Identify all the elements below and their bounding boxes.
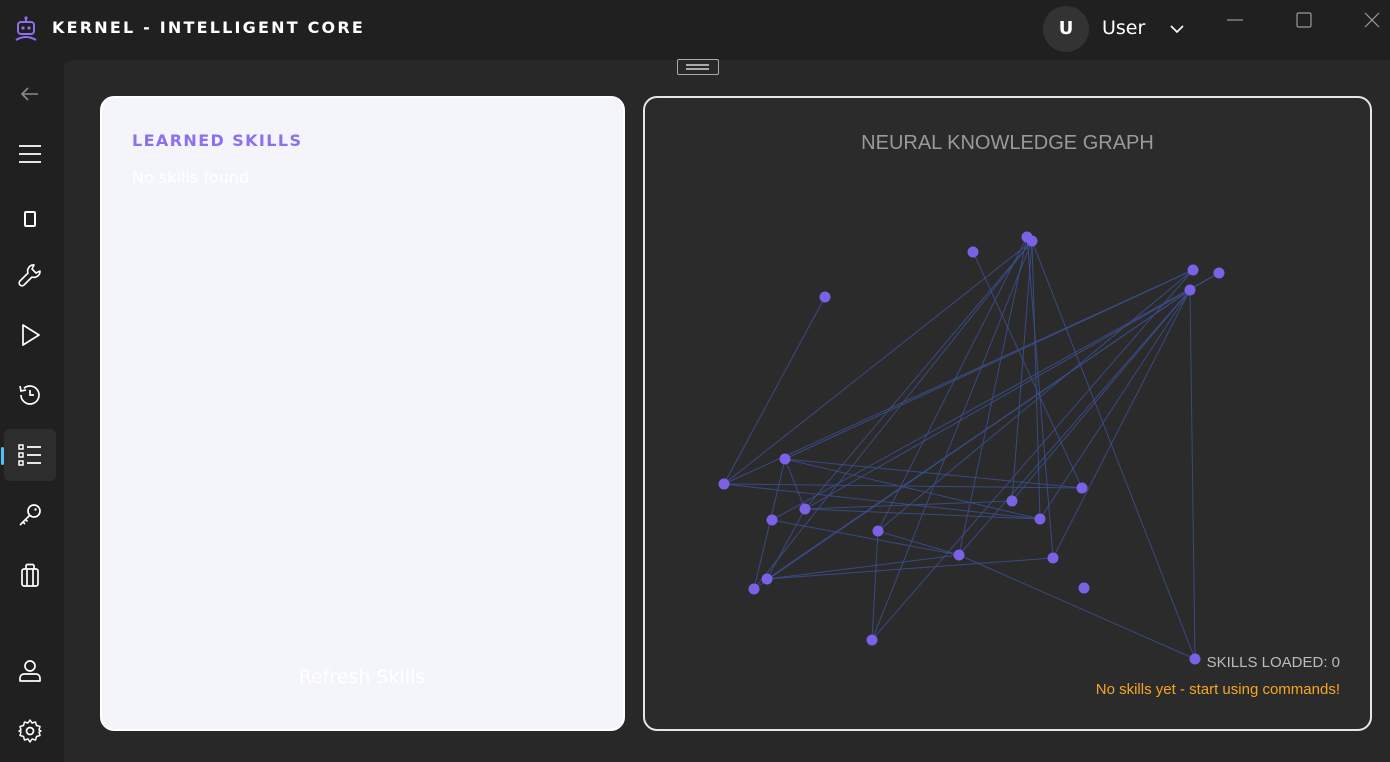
menu-button[interactable] [4,128,56,180]
robot-icon [15,16,37,41]
graph-edge [1189,289,1196,660]
user-name[interactable]: User [1102,17,1145,39]
graph-edge [958,554,1196,660]
graph-edge [753,289,1191,590]
graph-node [799,503,811,515]
settings-icon [18,719,42,743]
back-arrow-icon [20,87,38,101]
sidebar-item-packages[interactable] [4,549,56,601]
graph-edge [1011,240,1033,502]
graph-edge [753,240,1033,590]
history-icon [19,385,40,405]
graph-node [1026,235,1038,247]
graph-edge [972,251,1083,489]
graph-edge [784,269,1194,460]
graph-node [1078,582,1090,594]
graph-node [1006,495,1018,507]
refresh-skills-button[interactable]: Refresh Skills [252,660,472,694]
user-avatar[interactable]: U [1043,6,1089,52]
graph-node [766,514,778,526]
graph-node [953,549,965,561]
minimize-icon[interactable] [1223,8,1247,32]
graph-edge [723,240,1033,485]
graph-edge [958,236,1028,556]
gift-icon [21,563,39,587]
graph-node [1047,552,1059,564]
graph-node [1187,264,1199,276]
graph-edge [871,240,1033,641]
wrench-icon [18,264,41,287]
key-icon [19,504,41,526]
sidebar-item-skills[interactable] [1,429,56,481]
skills-hint: No skills yet - start using commands! [1095,681,1340,698]
active-indicator [1,447,4,465]
graph-node [1189,653,1201,665]
graph-node [1034,513,1046,525]
chevron-down-icon[interactable] [1168,20,1186,38]
drag-handle[interactable] [677,59,719,75]
graph-node [819,291,831,303]
person-icon [19,660,41,682]
skills-loaded-count: SKILLS LOADED: 0 [1206,654,1340,671]
knowledge-graph-panel: NEURAL KNOWLEDGE GRAPH SKILLS LOADED: 0 … [643,96,1372,731]
graph-node [748,583,760,595]
play-icon [22,324,40,346]
learned-skills-panel: LEARNED SKILLS No skills found Refresh S… [100,96,625,731]
skills-empty-message: No skills found [132,168,250,187]
app-title: KERNEL - INTELLIGENT CORE [52,18,366,37]
list-icon [18,444,41,466]
graph-edge [1039,289,1191,520]
graph-node [1213,267,1225,279]
phone-icon [24,211,36,227]
sidebar-item-history[interactable] [4,369,56,421]
graph-node [866,634,878,646]
graph-edge [784,458,806,510]
graph-edge [871,530,879,641]
sidebar-item-keys[interactable] [4,489,56,541]
title-bar: KERNEL - INTELLIGENT CORE U User [0,0,1390,58]
graph-node [779,453,791,465]
hamburger-menu-icon [19,145,41,163]
sidebar-item-device[interactable] [4,193,56,245]
graph-edge [784,458,1083,489]
graph-edge [871,269,1194,641]
graph-title: NEURAL KNOWLEDGE GRAPH [861,132,1154,154]
sidebar-item-profile[interactable] [4,645,56,697]
sidebar-nav [0,58,64,762]
sidebar-item-settings[interactable] [4,705,56,757]
graph-node [967,246,979,258]
graph-node [1184,284,1196,296]
graph-edge [877,530,960,556]
graph-node [718,478,730,490]
sidebar-item-run[interactable] [4,309,56,361]
graph-edge [771,519,960,556]
sidebar-item-tools[interactable] [4,249,56,301]
knowledge-graph [718,231,1225,665]
close-icon[interactable] [1360,8,1384,32]
graph-node [872,525,884,537]
graph-node [761,573,773,585]
graph-edge [723,296,826,485]
graph-node [1076,482,1088,494]
skills-panel-title: LEARNED SKILLS [132,131,303,150]
graph-edge [771,272,1220,521]
maximize-icon[interactable] [1292,8,1316,32]
back-button[interactable] [4,68,56,120]
graph-edge [1011,289,1191,502]
